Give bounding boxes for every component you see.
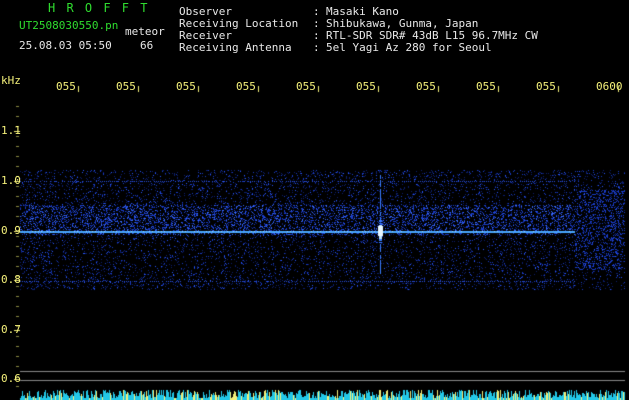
info-sep-antenna: : <box>313 41 320 54</box>
freq-tick-1-1: 1.1 <box>1 124 21 137</box>
freq-tick-0-6: 0.6 <box>1 372 21 385</box>
spectrogram-canvas <box>0 0 629 400</box>
time-tick-4: 055 <box>236 80 256 93</box>
meteor-label: meteor <box>125 25 165 38</box>
time-tick-1: 055 <box>56 80 76 93</box>
time-tick-2: 055 <box>116 80 136 93</box>
info-value-antenna: 5el Yagi Az 280 for Seoul <box>326 41 492 54</box>
datetime-label: 25.08.03 05:50 <box>19 39 112 52</box>
freq-tick-0-8: 0.8 <box>1 273 21 286</box>
axis-unit-khz: kHz <box>1 74 21 87</box>
filename-label: UT2508030550.pn <box>19 19 119 32</box>
time-tick-9: 055 <box>536 80 556 93</box>
time-tick-3: 055 <box>176 80 196 93</box>
time-tick-5: 055 <box>296 80 316 93</box>
time-tick-6: 055 <box>356 80 376 93</box>
time-tick-10: 0600 <box>596 80 623 93</box>
time-tick-7: 055 <box>416 80 436 93</box>
app-title: H R O F F T <box>48 1 150 15</box>
info-label-antenna: Receiving Antenna <box>179 41 292 54</box>
freq-tick-1-0: 1.0 <box>1 174 21 187</box>
time-tick-8: 055 <box>476 80 496 93</box>
freq-tick-0-9: 0.9 <box>1 224 21 237</box>
meteor-count: 66 <box>140 39 154 52</box>
freq-tick-0-7: 0.7 <box>1 323 21 336</box>
